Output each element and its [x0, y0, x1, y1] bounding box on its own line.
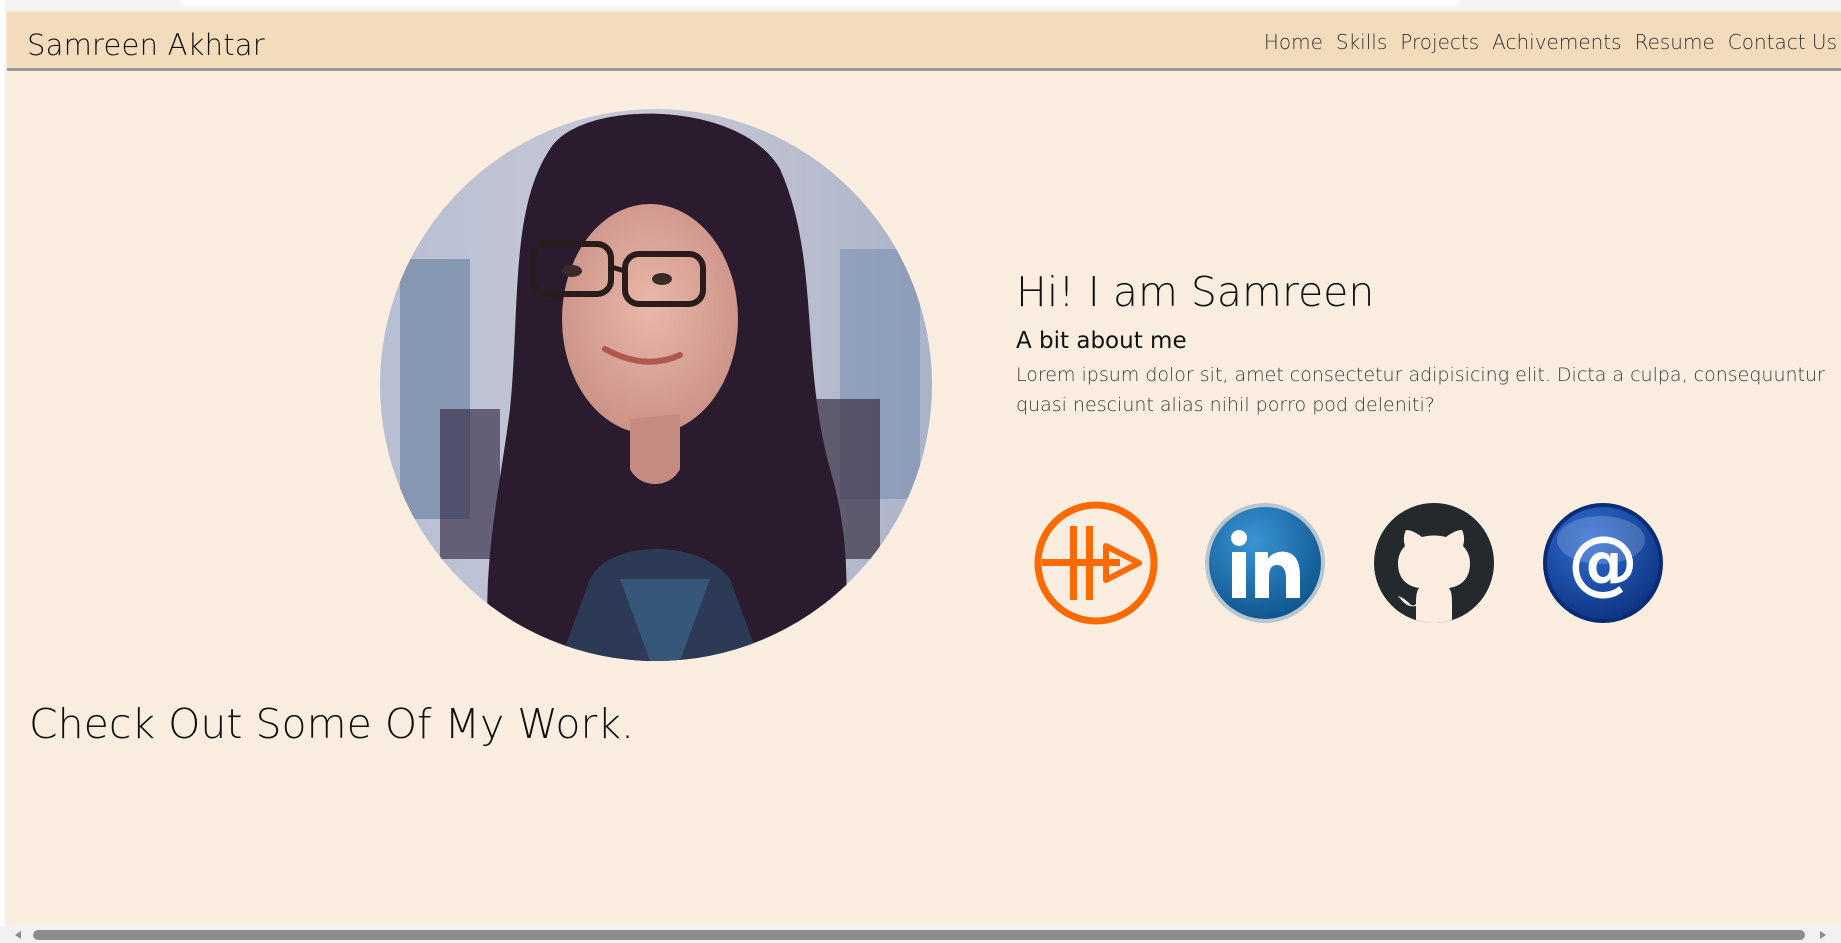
- scrollbar-thumb[interactable]: [33, 930, 1805, 940]
- linkedin-icon: [1205, 503, 1325, 623]
- horizontal-scrollbar[interactable]: [0, 926, 1841, 943]
- nav-resume[interactable]: Resume: [1635, 30, 1715, 54]
- nav-skills[interactable]: Skills: [1336, 30, 1387, 54]
- github-link[interactable]: [1372, 500, 1496, 626]
- linkedin-link[interactable]: [1203, 500, 1327, 626]
- email-link[interactable]: @: [1541, 500, 1665, 626]
- nav-achievements[interactable]: Achivements: [1492, 30, 1621, 54]
- greeting-heading: Hi! I am Samreen: [1016, 268, 1375, 316]
- window-left-edge: [0, 0, 5, 943]
- social-links: @: [1034, 500, 1665, 626]
- about-text: Lorem ipsum dolor sit, amet consectetur …: [1016, 364, 1825, 416]
- browser-top-edge: [0, 0, 1841, 10]
- address-bar-edge: [180, 0, 1460, 6]
- intro-section: Hi! I am Samreen A bit about me Lorem ip…: [1016, 268, 1841, 420]
- profile-photo: [380, 109, 932, 661]
- scroll-right-icon[interactable]: [1820, 931, 1826, 939]
- svg-text:@: @: [1568, 521, 1638, 603]
- about-subheading: A bit about me: [1016, 328, 1187, 354]
- navbar: Samreen Akhtar Home Skills Projects Achi…: [7, 12, 1841, 71]
- hashnode-icon: [1034, 501, 1158, 625]
- nav-home[interactable]: Home: [1264, 30, 1323, 54]
- work-section-title: Check Out Some Of My Work.: [29, 700, 635, 748]
- hashnode-link[interactable]: [1034, 500, 1158, 626]
- nav-links: Home Skills Projects Achivements Resume …: [1264, 30, 1837, 54]
- brand-name[interactable]: Samreen Akhtar: [27, 28, 265, 62]
- at-sign-icon: @: [1543, 503, 1663, 623]
- scroll-left-icon[interactable]: [15, 931, 21, 939]
- nav-projects[interactable]: Projects: [1400, 30, 1479, 54]
- github-icon: [1374, 503, 1494, 623]
- nav-contact-us[interactable]: Contact Us: [1728, 30, 1837, 54]
